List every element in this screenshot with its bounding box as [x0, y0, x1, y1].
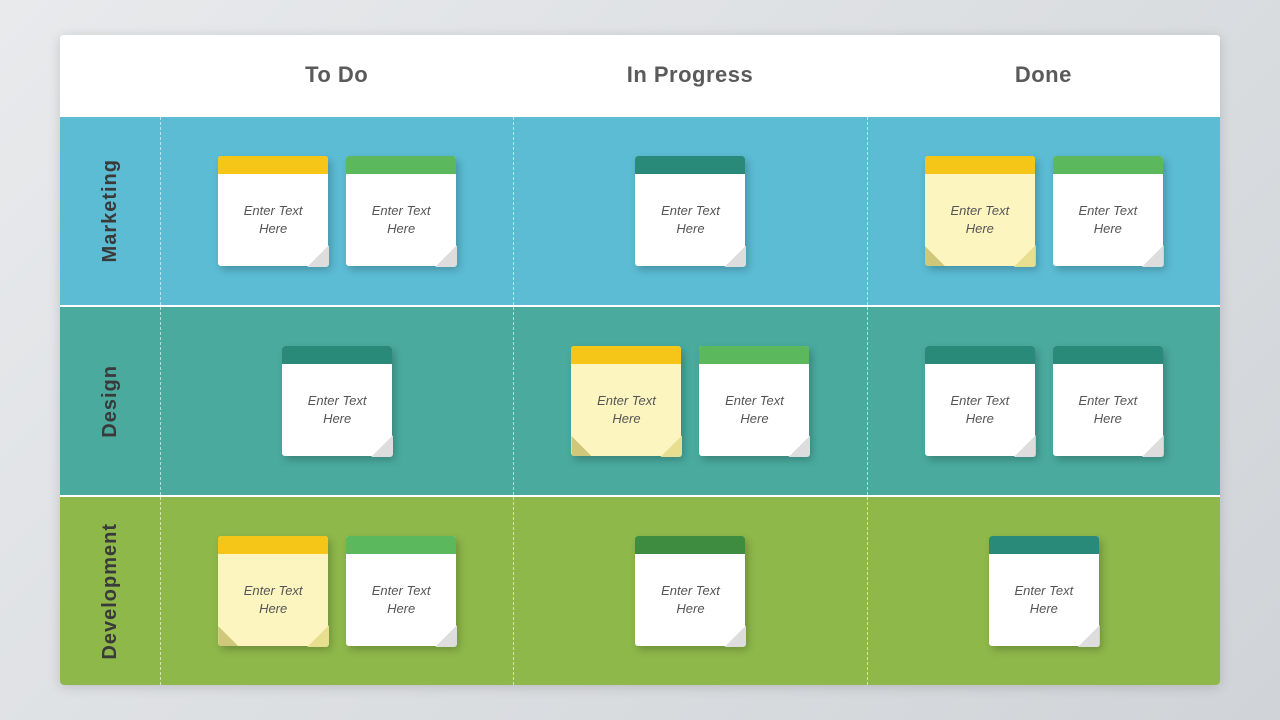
- sticky-tab: [1053, 346, 1163, 364]
- design-todo: Enter TextHere: [160, 307, 513, 495]
- kanban-board: To Do In Progress Done Marketing Enter T…: [60, 35, 1220, 685]
- sticky-tab: [282, 346, 392, 364]
- sticky-note[interactable]: Enter TextHere: [571, 346, 681, 456]
- sticky-tab: [1053, 156, 1163, 174]
- sticky-note[interactable]: Enter TextHere: [346, 536, 456, 646]
- sticky-tab: [699, 346, 809, 364]
- header-row: To Do In Progress Done: [60, 35, 1220, 115]
- sticky-tab: [346, 156, 456, 174]
- sticky-tab: [635, 536, 745, 554]
- header-empty: [60, 35, 160, 115]
- development-todo: Enter TextHere Enter TextHere: [160, 497, 513, 685]
- sticky-note[interactable]: Enter TextHere: [635, 536, 745, 646]
- marketing-inprogress: Enter TextHere: [513, 117, 866, 305]
- sticky-note[interactable]: Enter TextHere: [699, 346, 809, 456]
- development-done: Enter TextHere: [867, 497, 1220, 685]
- sticky-tab: [346, 536, 456, 554]
- row-marketing: Marketing Enter TextHere Enter TextHere: [60, 115, 1220, 305]
- header-todo: To Do: [160, 35, 513, 115]
- label-design: Design: [60, 307, 160, 495]
- sticky-note[interactable]: Enter TextHere: [282, 346, 392, 456]
- sticky-note[interactable]: Enter TextHere: [925, 156, 1035, 266]
- sticky-tab: [925, 156, 1035, 174]
- design-done: Enter TextHere Enter TextHere: [867, 307, 1220, 495]
- sticky-note[interactable]: Enter TextHere: [1053, 346, 1163, 456]
- header-inprogress: In Progress: [513, 35, 866, 115]
- development-inprogress: Enter TextHere: [513, 497, 866, 685]
- sticky-note[interactable]: Enter TextHere: [925, 346, 1035, 456]
- label-development: Development: [60, 497, 160, 685]
- sticky-tab: [635, 156, 745, 174]
- design-inprogress: Enter TextHere Enter TextHere: [513, 307, 866, 495]
- sticky-tab: [989, 536, 1099, 554]
- sticky-tab: [218, 536, 328, 554]
- row-design: Design Enter TextHere Enter TextHere: [60, 305, 1220, 495]
- sticky-note[interactable]: Enter TextHere: [218, 536, 328, 646]
- sticky-tab: [925, 346, 1035, 364]
- label-marketing: Marketing: [60, 117, 160, 305]
- sticky-tab: [218, 156, 328, 174]
- row-development: Development Enter TextHere Enter TextHer…: [60, 495, 1220, 685]
- content-area: Marketing Enter TextHere Enter TextHere: [60, 115, 1220, 685]
- sticky-tab: [571, 346, 681, 364]
- marketing-todo: Enter TextHere Enter TextHere: [160, 117, 513, 305]
- sticky-note[interactable]: Enter TextHere: [218, 156, 328, 266]
- sticky-note[interactable]: Enter TextHere: [989, 536, 1099, 646]
- sticky-note[interactable]: Enter TextHere: [1053, 156, 1163, 266]
- marketing-done: Enter TextHere Enter TextHere: [867, 117, 1220, 305]
- sticky-note[interactable]: Enter TextHere: [346, 156, 456, 266]
- header-done: Done: [867, 35, 1220, 115]
- sticky-note[interactable]: Enter TextHere: [635, 156, 745, 266]
